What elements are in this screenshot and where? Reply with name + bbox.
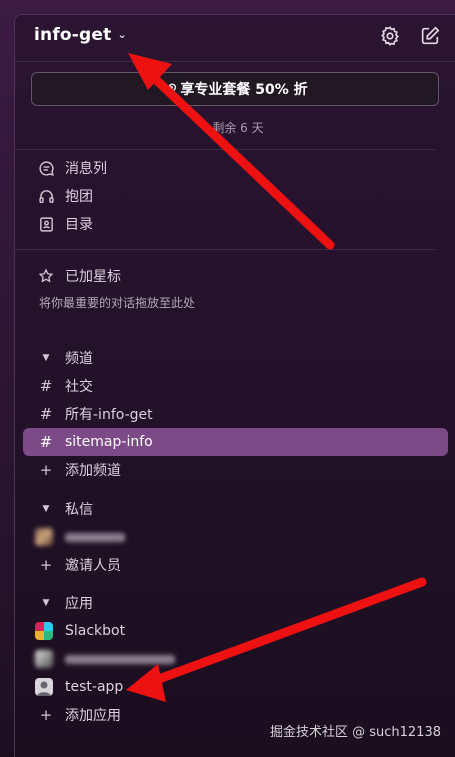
avatar	[35, 528, 53, 546]
directory-icon	[37, 215, 55, 233]
redacted-name	[65, 654, 175, 664]
starred-hint: 将你最重要的对话拖放至此处	[39, 296, 196, 310]
section-label: 频道	[65, 351, 93, 367]
hash-icon: #	[39, 377, 53, 395]
nav-item-huddles[interactable]: 抱团	[23, 182, 448, 210]
sidebar-header: info-get ⌄	[15, 15, 455, 62]
add-channel-label: 添加频道	[65, 463, 121, 479]
workspace-name: info-get	[34, 25, 112, 45]
nav-item-directory[interactable]: 目录	[23, 210, 448, 238]
channel-name: 社交	[65, 379, 93, 395]
upgrade-promo-label: 享专业套餐 50% 折	[180, 82, 308, 98]
avatar	[35, 650, 53, 668]
user-avatar-icon	[35, 678, 53, 696]
section-label: 私信	[65, 502, 93, 518]
dm-item[interactable]	[23, 523, 448, 551]
channel-item[interactable]: # 所有-info-get	[23, 400, 448, 428]
plus-icon: +	[39, 461, 53, 479]
apps-section-header[interactable]: ▼ 应用	[23, 589, 448, 617]
hash-icon: #	[39, 405, 53, 423]
invite-people-button[interactable]: + 邀请人员	[23, 551, 448, 579]
hash-icon: #	[39, 433, 53, 451]
workspace-switcher[interactable]: info-get ⌄	[34, 25, 127, 45]
caret-down-icon: ▼	[42, 353, 50, 363]
sidebar: info-get ⌄ 享专业套餐 50% 折 剩余 6 天 消息列 抱团 目录 已…	[14, 14, 455, 757]
starred-label: 已加星标	[65, 269, 121, 285]
plus-icon: +	[39, 706, 53, 724]
trial-remaining: 剩余 6 天	[212, 121, 264, 135]
rocket-icon	[165, 83, 177, 95]
chevron-down-icon: ⌄	[117, 28, 127, 41]
redacted-name	[65, 532, 125, 542]
slackbot-icon	[35, 622, 53, 640]
app-name: test-app	[65, 679, 124, 695]
caret-down-icon: ▼	[42, 598, 50, 608]
headphones-icon	[37, 187, 55, 205]
channel-name: sitemap-info	[65, 434, 153, 450]
upgrade-promo-button[interactable]: 享专业套餐 50% 折	[31, 72, 439, 106]
add-app-label: 添加应用	[65, 708, 121, 724]
channel-item-active[interactable]: # sitemap-info	[23, 428, 448, 456]
plus-icon: +	[39, 556, 53, 574]
nav-item-label: 目录	[65, 217, 93, 233]
settings-button[interactable]	[379, 25, 401, 47]
compose-icon	[421, 26, 440, 45]
channels-section-header[interactable]: ▼ 频道	[23, 344, 448, 372]
app-item[interactable]	[23, 645, 448, 673]
nav-item-label: 抱团	[65, 189, 93, 205]
watermark: 掘金技术社区 @ such12138	[269, 725, 441, 740]
nav-item-messages[interactable]: 消息列	[23, 154, 448, 182]
dms-section-header[interactable]: ▼ 私信	[23, 495, 448, 523]
app-item[interactable]: test-app	[23, 673, 448, 701]
star-icon	[37, 267, 55, 285]
caret-down-icon: ▼	[42, 504, 50, 514]
section-label: 应用	[65, 596, 93, 612]
message-list-icon	[37, 159, 55, 177]
invite-label: 邀请人员	[65, 558, 121, 574]
channel-name: 所有-info-get	[65, 407, 153, 423]
divider	[15, 149, 435, 150]
app-name: Slackbot	[65, 623, 126, 639]
nav-item-label: 消息列	[65, 161, 107, 177]
compose-button[interactable]	[419, 25, 441, 47]
channel-item[interactable]: # 社交	[23, 372, 448, 400]
add-channel-button[interactable]: + 添加频道	[23, 456, 448, 484]
app-item[interactable]: Slackbot	[23, 617, 448, 645]
divider	[15, 249, 435, 250]
starred-section[interactable]: 已加星标	[23, 262, 448, 290]
gear-icon	[381, 26, 399, 46]
